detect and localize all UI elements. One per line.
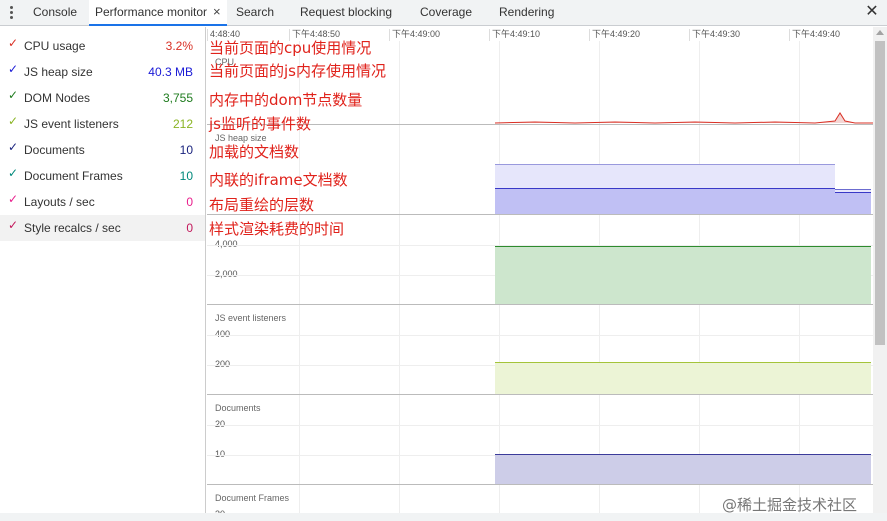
heap-used-area <box>835 192 871 214</box>
check-icon[interactable]: ✓ <box>8 114 18 128</box>
metric-documents[interactable]: ✓ Documents 10 <box>0 137 205 163</box>
grid-line <box>207 335 873 336</box>
documents-panel-title: Documents <box>215 403 261 413</box>
tab-search[interactable]: Search <box>236 0 274 26</box>
heap-used-area <box>495 188 835 214</box>
y-label: 4,000 <box>215 239 238 249</box>
frames-panel-title: Document Frames <box>215 493 290 503</box>
metric-document-frames[interactable]: ✓ Document Frames 10 <box>0 163 205 189</box>
annotation-cpu: 当前页面的cpu使用情况 <box>209 39 372 57</box>
metric-value: 10 <box>179 143 193 157</box>
close-panel-icon[interactable]: ✕ <box>863 2 881 22</box>
metric-name: Style recalcs / sec <box>24 221 121 235</box>
y-label: 400 <box>215 329 231 339</box>
annotation-event-listeners: js监听的事件数 <box>209 115 311 133</box>
grid-line <box>399 41 400 521</box>
annotation-style-recalcs: 样式渲染耗费的时间 <box>209 220 345 238</box>
time-tick: 下午4:49:40 <box>789 29 840 41</box>
annotation-documents: 加载的文档数 <box>209 143 300 161</box>
dom-nodes-area <box>495 246 871 304</box>
annotation-layouts: 布局重绘的层数 <box>209 196 315 214</box>
metric-value: 10 <box>179 169 193 183</box>
metric-layouts-per-sec[interactable]: ✓ Layouts / sec 0 <box>0 189 205 215</box>
metric-style-recalcs-per-sec[interactable]: ✓ Style recalcs / sec 0 <box>0 215 205 241</box>
metric-value: 3,755 <box>162 91 193 105</box>
panel-separator <box>207 484 873 485</box>
y-label: 2,000 <box>215 269 238 279</box>
y-label: 200 <box>215 359 231 369</box>
devtools-tab-bar: Console Performance monitor × Search Req… <box>0 0 887 26</box>
tab-performance-monitor[interactable]: Performance monitor <box>89 0 227 26</box>
tab-console[interactable]: Console <box>33 0 77 26</box>
metric-value: 40.3 MB <box>148 65 193 79</box>
metric-name: CPU usage <box>24 39 86 53</box>
metric-value: 212 <box>172 117 193 131</box>
panel-separator <box>207 304 873 305</box>
vertical-scrollbar[interactable] <box>873 27 887 521</box>
check-icon[interactable]: ✓ <box>8 140 18 154</box>
check-icon[interactable]: ✓ <box>8 36 18 50</box>
metric-cpu-usage[interactable]: ✓ CPU usage 3.2% <box>0 33 205 59</box>
metric-name: JS heap size <box>24 65 93 79</box>
watermark: @稀土掘金技术社区 <box>722 496 858 514</box>
listeners-panel-title: JS event listeners <box>215 313 287 323</box>
close-tab-icon[interactable]: × <box>213 0 221 26</box>
annotation-document-frames: 内联的iframe文档数 <box>209 171 348 189</box>
listeners-area <box>495 362 871 394</box>
scroll-thumb[interactable] <box>875 41 885 345</box>
metric-value: 3.2% <box>165 39 193 53</box>
metric-name: Documents <box>24 143 85 157</box>
time-tick: 下午4:49:10 <box>489 29 540 41</box>
metric-name: Document Frames <box>24 169 123 183</box>
check-icon[interactable]: ✓ <box>8 62 18 76</box>
check-icon[interactable]: ✓ <box>8 88 18 102</box>
annotation-js-heap: 当前页面的js内存使用情况 <box>209 62 386 80</box>
metric-js-heap-size[interactable]: ✓ JS heap size 40.3 MB <box>0 59 205 85</box>
metric-name: Layouts / sec <box>24 195 95 209</box>
check-icon[interactable]: ✓ <box>8 192 18 206</box>
metric-name: JS event listeners <box>24 117 119 131</box>
metric-dom-nodes[interactable]: ✓ DOM Nodes 3,755 <box>0 85 205 111</box>
annotation-dom-nodes: 内存中的dom节点数量 <box>209 91 363 109</box>
panel-separator <box>207 394 873 395</box>
tab-performance-monitor-label: Performance monitor <box>95 5 208 19</box>
tab-request-blocking[interactable]: Request blocking <box>300 0 392 26</box>
y-label: 10 <box>215 449 226 459</box>
cpu-line <box>495 112 873 124</box>
grid-line <box>207 425 873 426</box>
kebab-menu-icon[interactable] <box>6 5 16 21</box>
metric-name: DOM Nodes <box>24 91 91 105</box>
metrics-sidebar: ✓ CPU usage 3.2% ✓ JS heap size 40.3 MB … <box>0 27 206 521</box>
tab-coverage[interactable]: Coverage <box>420 0 472 26</box>
scroll-up-arrow-icon[interactable] <box>876 30 884 35</box>
metric-value: 0 <box>186 195 193 209</box>
time-tick: 下午4:49:00 <box>389 29 440 41</box>
documents-area <box>495 454 871 484</box>
check-icon[interactable]: ✓ <box>8 218 18 232</box>
time-tick: 下午4:49:30 <box>689 29 740 41</box>
check-icon[interactable]: ✓ <box>8 166 18 180</box>
metric-js-event-listeners[interactable]: ✓ JS event listeners 212 <box>0 111 205 137</box>
time-tick: 下午4:49:20 <box>589 29 640 41</box>
y-label: 20 <box>215 419 226 429</box>
metric-value: 0 <box>186 221 193 235</box>
tab-rendering[interactable]: Rendering <box>499 0 554 26</box>
